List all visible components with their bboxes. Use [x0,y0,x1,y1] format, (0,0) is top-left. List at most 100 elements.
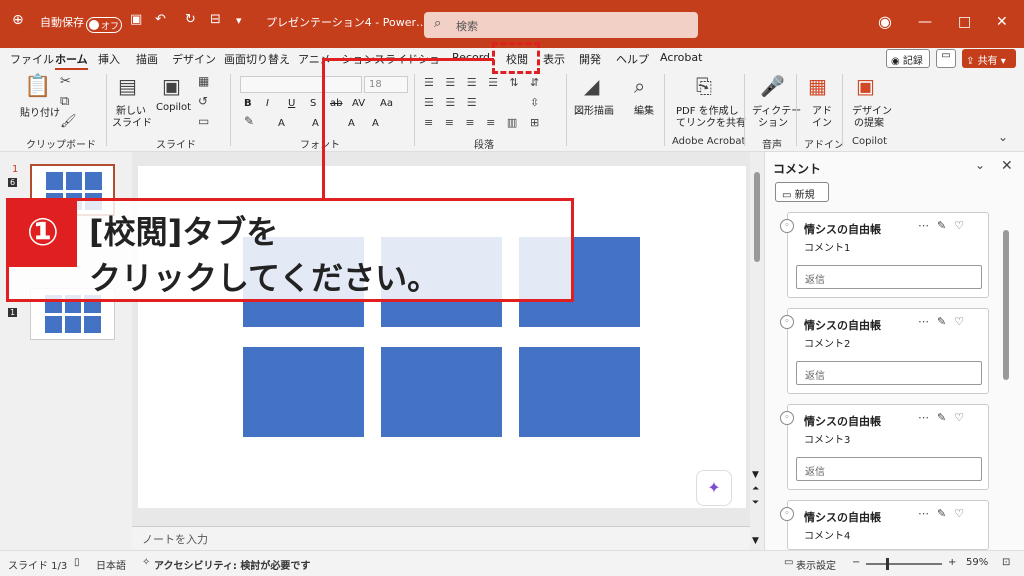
cut-icon[interactable]: ✂ [60,74,71,89]
reply-input[interactable]: 返信 [796,457,982,481]
text-direction-icon[interactable]: ⇵ [530,76,539,89]
zoom-slider-thumb[interactable] [886,558,889,570]
align-text-icon[interactable]: ⇳ [530,96,539,109]
fit-slide-icon[interactable]: ⊡ [1002,557,1010,568]
addin-label-2[interactable]: イン [812,114,832,129]
dictate-label-2[interactable]: ション [758,114,788,129]
reset-icon[interactable]: ↺ [198,94,208,108]
new-slide-icon[interactable]: ▤ [118,74,137,98]
font-name-combo[interactable] [240,76,362,93]
tab-transitions[interactable]: 画面切り替え [224,51,290,67]
comment-actions-icons[interactable]: ⋯✎♡ [918,315,972,328]
maximize-icon[interactable]: □ [958,14,971,30]
save-icon[interactable]: ▣ [130,12,142,27]
redo-icon[interactable]: ↻ [185,12,196,27]
grow-font-icon[interactable]: A [312,118,319,129]
slide-scrollbar[interactable]: ▼ ⏶ ⏷ ▼ [750,152,764,550]
reply-input[interactable]: 返信 [796,361,982,385]
designer-label-2[interactable]: の提案 [854,114,884,129]
comment-card[interactable]: ◦ 情シスの自由帳 コメント3 ⋯✎♡ 返信 [780,404,989,490]
strikethrough-icon[interactable]: ab [330,98,342,109]
tab-view[interactable]: 表示 [543,51,565,67]
tab-developer[interactable]: 開発 [579,51,601,67]
scroll-down-icon[interactable]: ▼ [752,470,759,480]
customize-qat-icon[interactable]: ▾ [236,14,242,27]
underline-icon[interactable]: U [288,98,295,109]
comment-actions-icons[interactable]: ⋯✎♡ [918,219,972,232]
new-slide-label-2[interactable]: スライド [112,114,152,129]
tab-help[interactable]: ヘルプ [616,51,649,67]
copilot-label[interactable]: Copilot [156,102,191,113]
blue-rectangle[interactable] [519,347,640,437]
language[interactable]: 日本語 [96,557,126,572]
section-icon[interactable]: ▭ [198,114,209,128]
paste-label[interactable]: 貼り付け [20,104,60,119]
prev-slide-icon[interactable]: ⏶ [752,484,759,494]
indent-icons[interactable]: ☰ ☰ ☰ [424,96,481,109]
clear-format-icon[interactable]: A [372,118,379,129]
align-icons[interactable]: ≡ ≡ ≡ ≡ ▥ [424,116,521,129]
close-icon[interactable]: ✕ [996,14,1008,30]
comments-button[interactable]: ▭ [936,49,956,68]
case-icon[interactable]: Aa [380,98,393,109]
spacing-icon[interactable]: AV [352,98,365,109]
display-settings-icon[interactable]: ▭ [784,557,793,568]
font-color-icon[interactable]: A [278,118,285,129]
pdf-label-2[interactable]: てリンクを共有 [676,114,746,129]
blue-rectangle[interactable] [243,347,364,437]
bold-icon[interactable]: B [244,98,252,109]
reply-input[interactable]: 返信 [796,265,982,289]
microphone-icon[interactable]: 🎤 [760,74,785,98]
new-comment-button[interactable]: ▭ 新規 [775,182,829,202]
highlighter-icon[interactable]: ✎ [244,114,254,128]
accessibility-status[interactable]: アクセシビリティ: 検討が必要です [154,557,310,572]
comment-card[interactable]: ◦ 情シスの自由帳 コメント1 ⋯✎♡ 返信 [780,212,989,298]
undo-icon[interactable]: ↶ [155,12,166,27]
comments-scrollbar[interactable] [1003,230,1009,380]
designer-icon[interactable]: ▣ [856,74,875,98]
notes-pane[interactable]: ノートを入力 [132,526,750,550]
comment-card[interactable]: ◦ 情シスの自由帳 コメント2 ⋯✎♡ 返信 [780,308,989,394]
tab-acrobat[interactable]: Acrobat [660,51,702,64]
close-pane-icon[interactable]: ✕ [1001,158,1013,174]
display-settings[interactable]: 表示設定 [796,557,836,572]
blue-rectangle[interactable] [381,347,502,437]
shape-label[interactable]: 図形描画 [574,102,614,117]
present-icon[interactable]: ⊟ [210,12,221,27]
scroll-thumb[interactable] [754,172,760,262]
tab-file[interactable]: ファイル [10,51,54,67]
smartart-icon[interactable]: ⊞ [530,116,539,129]
tab-design[interactable]: デザイン [172,51,216,67]
autosave-toggle[interactable]: オフ [86,17,122,33]
addins-icon[interactable]: ▦ [808,74,827,98]
shadow-icon[interactable]: S [310,98,316,109]
accessibility-icon[interactable]: ✧ [142,557,150,568]
format-painter-icon[interactable]: 🖌 [60,114,77,129]
search-box[interactable]: ⌕ 検索 [424,12,698,38]
paste-icon[interactable]: 📋 [24,74,51,99]
copy-icon[interactable]: ⧉ [60,94,69,109]
tab-insert[interactable]: 挿入 [98,51,120,67]
zoom-level[interactable]: 59% [966,557,988,568]
tab-draw[interactable]: 描画 [136,51,158,67]
copilot-icon[interactable]: ✦ [696,470,732,506]
copilot-slide-icon[interactable]: ▣ [162,74,181,98]
find-icon[interactable]: ⌕ [634,74,645,98]
tab-home[interactable]: ホーム [55,51,88,70]
list-icons[interactable]: ☰ ☰ ☰ ☰ ⇅ [424,76,523,89]
share-button[interactable]: ⇪ 共有 ▾ [962,49,1016,68]
shapes-icon[interactable]: ◢ [584,74,599,98]
account-icon[interactable]: ◉ [878,12,892,31]
comment-card[interactable]: ◦ 情シスの自由帳 コメント4 ⋯✎♡ [780,500,989,550]
spellcheck-icon[interactable]: ▯ [74,557,80,568]
shrink-font-icon[interactable]: A [348,118,355,129]
zoom-in-icon[interactable]: + [948,557,956,568]
chevron-down-icon[interactable]: ⌄ [975,158,985,172]
scroll-bottom-icon[interactable]: ▼ [752,536,759,546]
zoom-slider[interactable] [866,558,942,570]
layout-icon[interactable]: ▦ [198,74,209,88]
comment-actions-icons[interactable]: ⋯✎♡ [918,411,972,424]
record-button[interactable]: ◉ 記録 [886,49,930,68]
font-size-combo[interactable]: 18 [364,76,408,93]
comment-actions-icons[interactable]: ⋯✎♡ [918,507,972,520]
